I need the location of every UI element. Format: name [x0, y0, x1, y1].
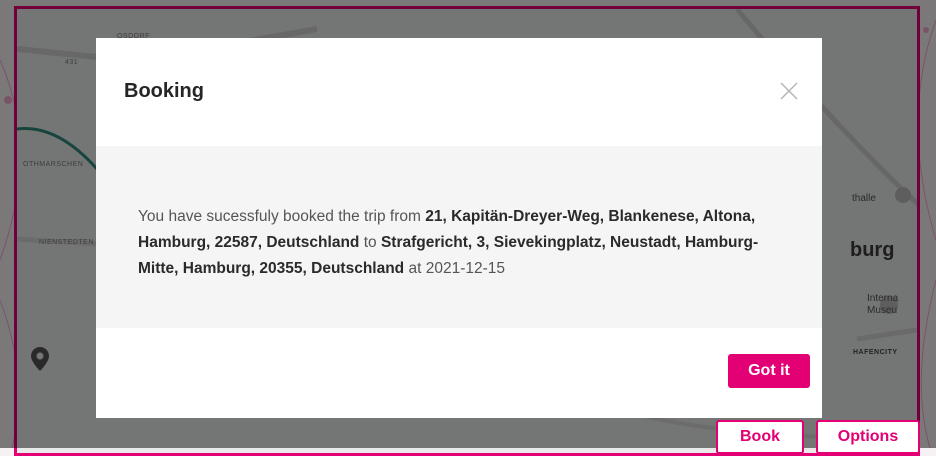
- booking-confirmation-message: You have sucessfuly booked the trip from…: [138, 204, 798, 282]
- booking-dialog: Booking You have sucessfuly booked the t…: [96, 38, 822, 418]
- dialog-title: Booking: [124, 80, 204, 102]
- dialog-header: Booking: [96, 38, 822, 147]
- message-to-word: to: [363, 234, 377, 251]
- got-it-button[interactable]: Got it: [728, 354, 810, 388]
- dialog-footer: Got it: [96, 328, 822, 418]
- close-icon[interactable]: [778, 80, 800, 102]
- dialog-body: You have sucessfuly booked the trip from…: [96, 146, 822, 328]
- book-button[interactable]: Book: [716, 420, 804, 454]
- options-button[interactable]: Options: [816, 420, 920, 454]
- message-prefix: You have sucessfuly booked the trip from: [138, 208, 421, 225]
- message-at-word: at: [408, 260, 422, 277]
- trip-date: 2021-12-15: [425, 260, 506, 277]
